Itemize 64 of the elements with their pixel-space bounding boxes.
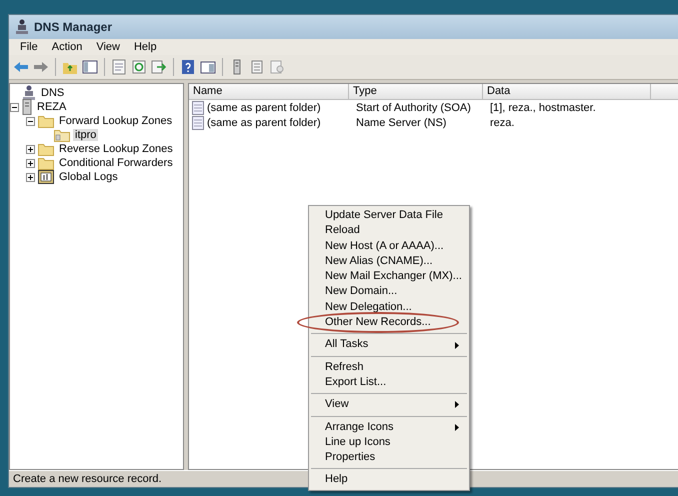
forward-arrow-icon[interactable] xyxy=(33,59,49,75)
folder-icon xyxy=(38,142,54,156)
record-icon xyxy=(192,116,204,130)
console-tree-icon[interactable] xyxy=(82,59,98,75)
menu-item[interactable]: View xyxy=(89,41,127,53)
submenu-item[interactable]: View xyxy=(309,397,469,413)
menu-item[interactable]: File xyxy=(13,41,45,53)
tree-item[interactable]: DNS xyxy=(39,87,66,99)
server-icon xyxy=(22,99,32,115)
help-icon[interactable] xyxy=(180,59,196,75)
menu-item[interactable]: Reload xyxy=(309,223,469,239)
menu-item[interactable]: Help xyxy=(126,41,164,53)
tree-item[interactable]: Conditional Forwarders xyxy=(57,157,175,169)
table-cell: (same as parent folder) xyxy=(207,116,321,128)
tree-item[interactable]: Reverse Lookup Zones xyxy=(57,143,175,155)
submenu-arrow-icon xyxy=(455,424,459,431)
back-arrow-icon[interactable] xyxy=(13,59,29,75)
expander[interactable] xyxy=(26,116,35,126)
table-cell-text: [1], reza., hostmaster. xyxy=(489,102,597,114)
expander[interactable] xyxy=(26,172,35,182)
folder-icon xyxy=(38,114,54,128)
column-header[interactable]: Type xyxy=(349,84,483,99)
expander[interactable] xyxy=(10,102,19,112)
dns-manager-icon xyxy=(15,19,29,35)
logs-icon xyxy=(38,169,54,185)
export-icon[interactable] xyxy=(151,59,167,75)
window-title: DNS Manager xyxy=(34,20,112,34)
table-cell: (same as parent folder) xyxy=(207,102,321,114)
menu-item[interactable]: New Delegation... xyxy=(309,300,469,316)
column-header[interactable]: Data xyxy=(483,84,651,99)
menu-item[interactable]: Line up Icons xyxy=(309,434,469,450)
folder-icon xyxy=(38,156,54,170)
menu-item[interactable]: Refresh xyxy=(309,360,469,375)
submenu-item[interactable]: Arrange Icons xyxy=(309,420,469,435)
table-cell-text: Name Server (NS) xyxy=(355,116,448,128)
refresh-icon[interactable] xyxy=(131,59,147,75)
menu-item[interactable]: Help xyxy=(309,472,469,488)
submenu-item[interactable]: All Tasks xyxy=(309,337,469,353)
menu-item[interactable]: New Mail Exchanger (MX)... xyxy=(309,269,469,284)
column-header[interactable]: Name xyxy=(189,84,349,99)
tree-item[interactable]: Forward Lookup Zones xyxy=(57,115,174,127)
table-cell-text: reza. xyxy=(489,116,516,128)
properties-icon[interactable] xyxy=(111,59,127,75)
dns-icon xyxy=(22,85,36,101)
menu-item[interactable]: New Host (A or AAAA)... xyxy=(309,238,469,254)
menu-item[interactable]: New Domain... xyxy=(309,284,469,300)
tree-item[interactable]: itpro xyxy=(73,129,98,141)
action-pane-icon[interactable] xyxy=(200,59,216,75)
submenu-arrow-icon xyxy=(455,401,459,408)
zone-folder-icon xyxy=(54,128,70,142)
expander[interactable] xyxy=(26,158,35,168)
menu-item[interactable]: Other New Records... xyxy=(309,315,457,330)
tree-item[interactable]: Global Logs xyxy=(57,171,120,183)
menu-item[interactable]: Action xyxy=(44,41,90,53)
list-icon[interactable] xyxy=(249,59,265,75)
menu-item[interactable]: Update Server Data File xyxy=(309,208,469,224)
tree-item[interactable]: REZA xyxy=(35,101,68,113)
submenu-arrow-icon xyxy=(455,342,459,349)
menu-item[interactable]: Properties xyxy=(309,450,469,466)
expander[interactable] xyxy=(26,144,35,154)
record-icon xyxy=(192,100,204,114)
menu-item[interactable]: Export List... xyxy=(309,374,469,390)
menu-item[interactable]: New Alias (CNAME)... xyxy=(309,254,469,270)
table-cell-text: Start of Authority (SOA) xyxy=(355,102,472,114)
